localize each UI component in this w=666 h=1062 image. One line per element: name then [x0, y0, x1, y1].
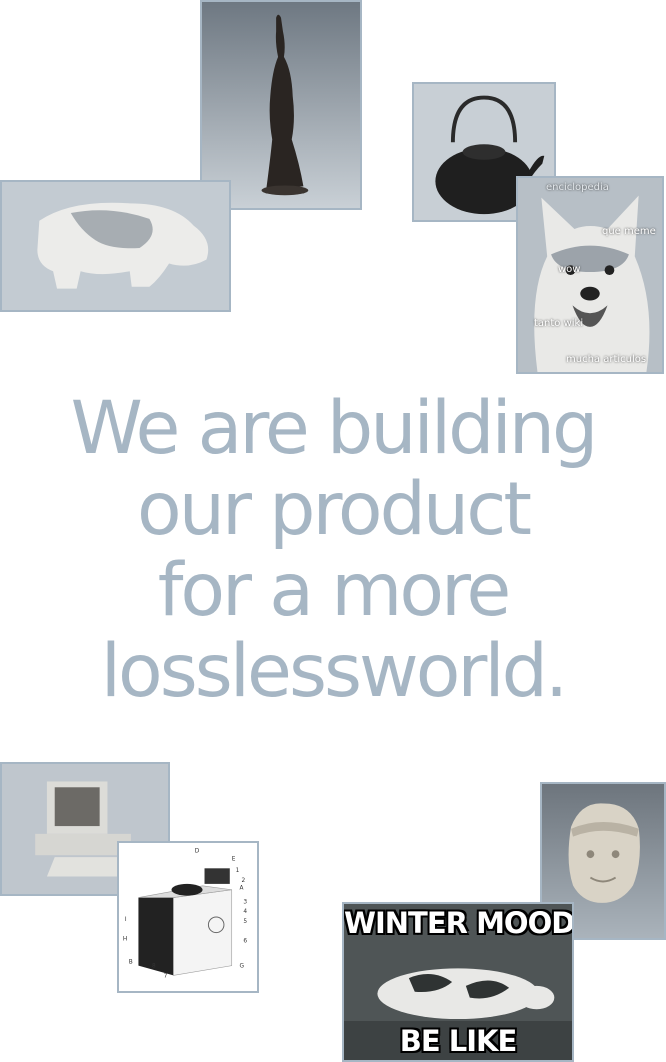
doge-caption-meme: que meme [602, 226, 656, 237]
headline-line-3: for a more [157, 548, 512, 633]
hippo-photo [0, 180, 231, 312]
diagram-label-e: E [232, 857, 236, 863]
headline-line-1: We are building [70, 386, 599, 471]
diagram-label-b: B [129, 960, 133, 966]
diagram-label-1: 1 [236, 868, 240, 874]
meme-bottom-text: BE LIKE [399, 1024, 518, 1058]
doge-caption-articles: mucha articulos [566, 354, 647, 365]
winter-mood-meme: WINTER MOOD BE LIKE [342, 902, 574, 1062]
headline-line-2: our product [137, 467, 532, 552]
doge-caption-top: enciclopedia [546, 182, 609, 193]
headline-line-4: losslessworld. [100, 629, 568, 714]
doge-caption-wiki: tanto wiki [534, 318, 584, 329]
meme-top-text: WINTER MOOD [344, 906, 574, 940]
technical-diagram: D E 1 2 A 3 4 5 6 I H B 8 7 G [117, 841, 259, 993]
doge-meme-photo: enciclopedia que meme wow tanto wiki muc… [516, 176, 664, 374]
diagram-label-3: 3 [243, 899, 247, 905]
diagram-label-8: 8 [152, 964, 156, 970]
diagram-label-2: 2 [241, 878, 245, 884]
doge-caption-wow: wow [558, 264, 581, 275]
diagram-label-7: 7 [164, 973, 168, 979]
diagram-label-4: 4 [243, 909, 247, 915]
headline: We are building our product for a more l… [0, 388, 666, 712]
diagram-label-i: I [125, 917, 127, 923]
statue-photo [200, 0, 362, 210]
diagram-label-g: G [240, 964, 245, 970]
diagram-label-6: 6 [243, 938, 247, 944]
diagram-label-d: D [195, 849, 200, 855]
diagram-label-h: H [123, 936, 127, 942]
diagram-label-a: A [240, 886, 244, 892]
diagram-label-5: 5 [243, 919, 247, 925]
